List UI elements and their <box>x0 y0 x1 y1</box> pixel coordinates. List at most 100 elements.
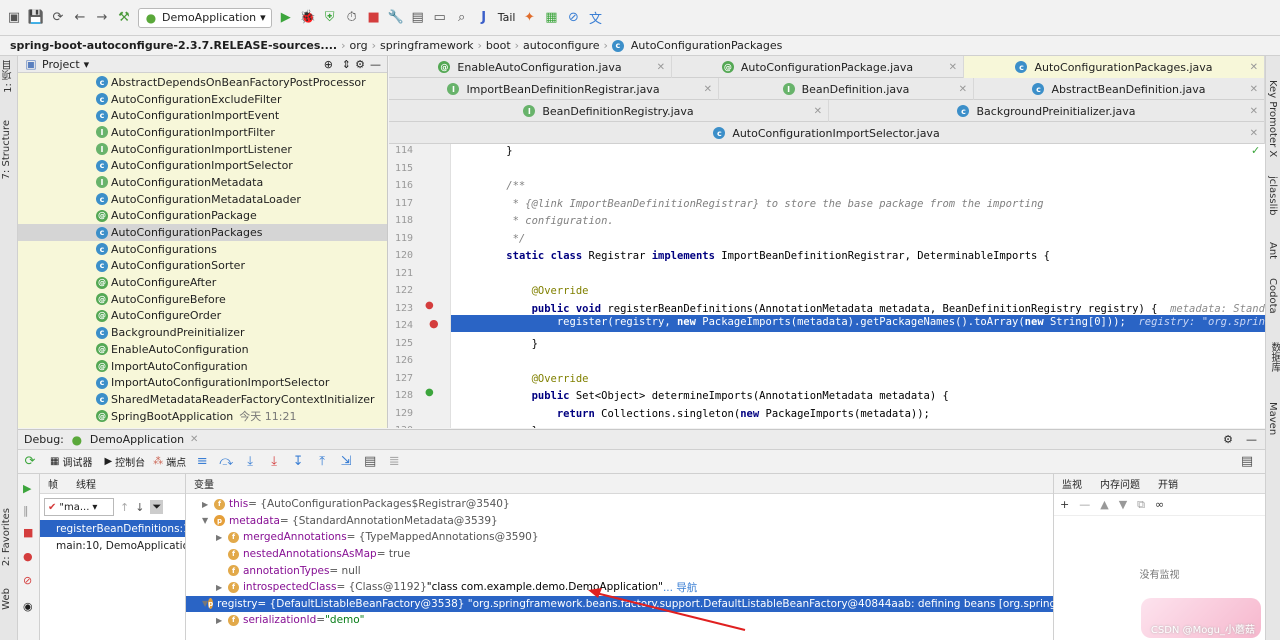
frame-item[interactable]: main:10, DemoApplication <box>40 537 185 554</box>
tab-overhead[interactable]: 开销 <box>1158 476 1178 491</box>
rerun-icon[interactable]: ⟳ <box>22 454 38 470</box>
close-icon[interactable]: ✕ <box>1250 84 1258 95</box>
coverage-icon[interactable]: ⛨ <box>322 10 338 26</box>
step-out-icon[interactable]: ⤒ <box>314 454 330 470</box>
step-into-icon[interactable]: ⤓ <box>266 454 282 470</box>
close-icon[interactable]: ✕ <box>1250 106 1258 117</box>
collapsed-arrow-icon[interactable]: ▶ <box>202 500 214 509</box>
tab-auto-configuration-import-selector[interactable]: c AutoConfigurationImportSelector.java ✕ <box>389 122 1265 144</box>
mute-breakpoints-icon[interactable]: ⊘ <box>23 574 32 587</box>
override-marker-icon[interactable]: ● <box>425 300 434 311</box>
monitor-icon[interactable]: ▦ <box>543 10 559 26</box>
collapsed-arrow-icon[interactable]: ▶ <box>216 616 228 625</box>
save-icon[interactable]: 💾 <box>28 10 44 26</box>
tool-tab-codota[interactable]: Codota <box>1267 278 1278 314</box>
arrow-up-icon[interactable]: ↑ <box>120 501 129 514</box>
run-to-cursor-icon[interactable]: ⇲ <box>338 454 354 470</box>
jrebel-icon[interactable]: J <box>476 10 492 26</box>
remove-icon[interactable]: — <box>1079 498 1090 511</box>
forward-icon[interactable]: → <box>94 10 110 26</box>
terminal-icon[interactable]: ▭ <box>432 10 448 26</box>
tool-tab-structure[interactable]: 7: Structure <box>1 120 12 179</box>
project-tree-item[interactable]: c AutoConfigurations <box>18 241 387 258</box>
tab-enable-auto-configuration[interactable]: @ EnableAutoConfiguration.java ✕ <box>389 56 672 78</box>
copy-icon[interactable]: ⧉ <box>1137 498 1145 512</box>
close-icon[interactable]: ✕ <box>814 106 822 117</box>
build-hammer-icon[interactable]: ⚒ <box>116 10 132 26</box>
minimize-icon[interactable]: — <box>370 58 381 71</box>
tail-button[interactable]: Tail <box>498 11 516 24</box>
add-icon[interactable]: + <box>1060 498 1069 511</box>
close-icon[interactable]: ✕ <box>1250 128 1258 139</box>
project-tree-item[interactable]: c AutoConfigurationSorter <box>18 258 387 275</box>
locate-icon[interactable]: ⊕ <box>324 58 333 71</box>
tab-import-bean-definition-registrar[interactable]: I ImportBeanDefinitionRegistrar.java ✕ <box>389 78 719 100</box>
run-icon[interactable]: ▶ <box>278 10 294 26</box>
arrow-down-icon[interactable]: ↓ <box>135 501 144 514</box>
breadcrumb-item-autoconfigure[interactable]: autoconfigure <box>523 39 599 52</box>
variable-row[interactable]: f nestedAnnotationsAsMap = true <box>186 546 1053 563</box>
pause-icon[interactable]: ‖ <box>23 504 29 517</box>
profile-icon[interactable]: ⏱ <box>344 10 360 26</box>
project-tree-item[interactable]: c AutoConfigurationPackages <box>18 224 387 241</box>
tab-bean-definition[interactable]: I BeanDefinition.java ✕ <box>719 78 974 100</box>
tool-tab-favorites[interactable]: 2: Favorites <box>1 508 12 566</box>
project-tree-item[interactable]: @ SpringBootApplication 今天 11:21 <box>18 408 387 425</box>
variable-row[interactable]: f annotationTypes = null <box>186 562 1053 579</box>
tool-tab-database[interactable]: 数据库 <box>1267 342 1280 372</box>
tab-threads[interactable]: 线程 <box>76 476 96 491</box>
force-step-into-icon[interactable]: ↧ <box>290 454 306 470</box>
breadcrumb-item-boot[interactable]: boot <box>486 39 511 52</box>
project-tree-item[interactable]: I AutoConfigurationImportFilter <box>18 124 387 141</box>
project-tree-item[interactable]: c AbstractDependsOnBeanFactoryPostProcess… <box>18 74 387 91</box>
tab-abstract-bean-definition[interactable]: c AbstractBeanDefinition.java ✕ <box>974 78 1265 100</box>
back-icon[interactable]: ← <box>72 10 88 26</box>
project-tree-item[interactable]: c SharedMetadataReaderFactoryContextIniti… <box>18 391 387 408</box>
tool-tab-jclasslib[interactable]: jclasslib <box>1267 176 1278 216</box>
tool-tab-web[interactable]: Web <box>1 588 12 610</box>
project-tree-item[interactable]: @ ImportAutoConfiguration <box>18 358 387 375</box>
stop-icon[interactable]: ■ <box>23 526 33 539</box>
project-tree-item[interactable]: @ AutoConfigurationPackage <box>18 208 387 225</box>
variable-row[interactable]: ▼ p metadata = {StandardAnnotationMetadata… <box>186 513 1053 530</box>
debug-session-tab[interactable]: DemoApplication <box>90 433 184 446</box>
project-tree-item[interactable]: I AutoConfigurationMetadata <box>18 174 387 191</box>
collapsed-arrow-icon[interactable]: ▶ <box>216 583 228 592</box>
breadcrumb-item-module[interactable]: spring-boot-autoconfigure-2.3.7.RELEASE-… <box>10 39 337 52</box>
step-over-icon[interactable]: ⤓ <box>242 454 258 470</box>
project-tree-item[interactable]: c AutoConfigurationExcludeFilter <box>18 91 387 108</box>
tab-memory[interactable]: 内存问题 <box>1100 476 1140 491</box>
sync-icon[interactable]: ⟳ <box>50 10 66 26</box>
translate-icon[interactable]: 文 <box>587 10 603 27</box>
variable-row[interactable]: ▶ f this = {AutoConfigurationPackages$Regi… <box>186 496 1053 513</box>
project-tree-item[interactable]: c AutoConfigurationMetadataLoader <box>18 191 387 208</box>
gear-icon[interactable]: ⚙ <box>355 58 365 71</box>
expanded-arrow-icon[interactable]: ▼ <box>202 516 214 525</box>
project-tree-item[interactable]: @ AutoConfigureBefore <box>18 291 387 308</box>
breakpoint-icon[interactable]: ● <box>429 317 439 330</box>
layout-icon[interactable]: ▤ <box>1239 454 1255 470</box>
debug-icon[interactable]: 🐞 <box>300 10 316 26</box>
stop-icon[interactable]: ■ <box>366 10 382 26</box>
tab-debugger[interactable]: ▦ 调试器 <box>46 454 96 469</box>
view-breakpoints-icon[interactable]: ● <box>23 550 33 563</box>
breadcrumb-item-springframework[interactable]: springframework <box>380 39 473 52</box>
chevron-down-icon[interactable]: ▾ <box>84 58 90 71</box>
menu-icon[interactable]: ≡ <box>194 454 210 470</box>
run-config-select[interactable]: ● DemoApplication ▾ <box>138 7 272 28</box>
tab-auto-configuration-packages[interactable]: c AutoConfigurationPackages.java ✕ <box>964 56 1265 78</box>
project-tree-item[interactable]: @ EnableAutoConfiguration <box>18 341 387 358</box>
close-icon[interactable]: ✕ <box>657 62 665 73</box>
search-icon[interactable]: ⌕ <box>454 10 470 26</box>
project-tree-item[interactable]: I AutoConfigurationImportListener <box>18 141 387 158</box>
open-folder-icon[interactable]: ▣ <box>6 10 22 26</box>
gear-icon[interactable]: ⚙ <box>1223 433 1233 446</box>
camera-icon[interactable]: ◉ <box>23 600 33 613</box>
tab-breakpoints[interactable]: ⁂ 端点 <box>153 454 186 469</box>
project-tree-item[interactable]: c AutoConfigurationImportSelector <box>18 157 387 174</box>
project-tree-item[interactable]: c AutoConfigurationImportEvent <box>18 107 387 124</box>
collapsed-arrow-icon[interactable]: ▶ <box>216 533 228 542</box>
close-icon[interactable]: ✕ <box>949 62 957 73</box>
arrow-down-icon[interactable]: ▼ <box>1119 498 1127 511</box>
variable-row[interactable]: ▶ f mergedAnnotations = {TypeMappedAnnotat… <box>186 529 1053 546</box>
